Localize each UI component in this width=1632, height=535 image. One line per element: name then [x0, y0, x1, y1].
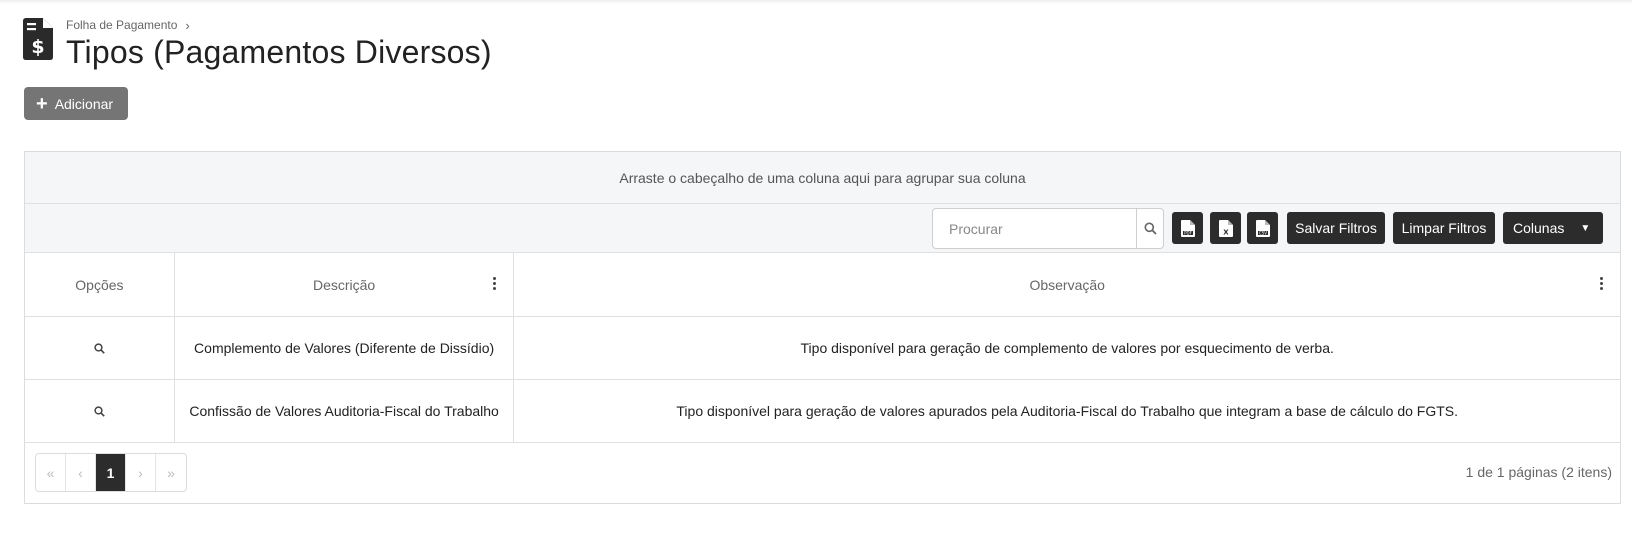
column-header-label: Observação — [1029, 276, 1105, 293]
row-options-cell — [25, 380, 175, 442]
row-observacao-cell: Tipo disponível para geração de valores … — [676, 403, 1458, 419]
first-page-button[interactable]: « — [36, 454, 66, 491]
csv-file-icon: CSV — [1255, 219, 1270, 237]
row-descricao-cell: Confissão de Valores Auditoria-Fiscal do… — [175, 380, 515, 442]
top-bar-shadow — [0, 0, 1632, 4]
pdf-file-icon: PDF — [1180, 219, 1195, 237]
grid-toolbar: PDF X CSV Salvar Filtros Limpar Filtros … — [25, 204, 1620, 253]
search-box — [932, 208, 1164, 249]
magnifier-icon[interactable] — [94, 342, 105, 354]
add-button-label: Adicionar — [54, 95, 114, 112]
clear-filters-button[interactable]: Limpar Filtros — [1393, 212, 1495, 244]
plus-icon: + — [36, 92, 48, 115]
row-options-cell — [25, 317, 175, 379]
column-header-label: Descrição — [312, 276, 376, 293]
caret-down-icon: ▼ — [1580, 222, 1591, 234]
column-header-descricao[interactable]: Descrição — [175, 253, 515, 316]
export-csv-button[interactable]: CSV — [1247, 212, 1278, 244]
column-header-opcoes[interactable]: Opções — [25, 253, 175, 316]
excel-file-icon: X — [1218, 219, 1233, 237]
group-panel[interactable]: Arraste o cabeçalho de uma coluna aqui p… — [25, 152, 1620, 204]
export-pdf-button[interactable]: PDF — [1172, 212, 1203, 244]
page-title: Tipos (Pagamentos Diversos) — [66, 34, 492, 70]
column-menu-icon[interactable] — [493, 277, 497, 290]
column-header-label: Opções — [75, 276, 124, 293]
invoice-dollar-icon: $ — [23, 18, 53, 60]
search-button[interactable] — [1137, 209, 1163, 248]
column-menu-icon[interactable] — [1600, 277, 1604, 290]
columns-button-label: Colunas — [1513, 220, 1565, 236]
search-input[interactable] — [933, 209, 1137, 248]
pager-row: « ‹ 1 › » 1 de 1 páginas (2 itens) — [25, 443, 1620, 503]
page-header: $ Folha de Pagamento › Tipos (Pagamentos… — [23, 16, 492, 70]
last-page-button[interactable]: » — [156, 454, 186, 491]
pager-info: 1 de 1 páginas (2 itens) — [1465, 464, 1612, 480]
svg-text:CSV: CSV — [1258, 230, 1266, 235]
table-header: Opções Descrição Observação — [25, 253, 1620, 317]
add-button[interactable]: + Adicionar — [24, 87, 128, 120]
columns-dropdown-button[interactable]: Colunas ▼ — [1503, 212, 1603, 244]
row-descricao-cell: Complemento de Valores (Diferente de Dis… — [175, 317, 515, 379]
breadcrumb-item-folha[interactable]: Folha de Pagamento — [66, 18, 177, 32]
table-row: Confissão de Valores Auditoria-Fiscal do… — [25, 380, 1620, 443]
data-grid: Arraste o cabeçalho de uma coluna aqui p… — [24, 151, 1621, 504]
page-button-current[interactable]: 1 — [96, 454, 126, 491]
column-header-observacao[interactable]: Observação — [514, 253, 1620, 316]
next-page-button[interactable]: › — [126, 454, 156, 491]
export-xls-button[interactable]: X — [1210, 212, 1241, 244]
svg-text:$: $ — [31, 36, 44, 58]
breadcrumb: Folha de Pagamento › — [66, 16, 492, 34]
chevron-right-icon: › — [185, 17, 190, 33]
row-observacao-cell: Tipo disponível para geração de compleme… — [800, 340, 1334, 356]
save-filters-button[interactable]: Salvar Filtros — [1287, 212, 1385, 244]
magnifier-icon[interactable] — [94, 405, 105, 417]
table-row: Complemento de Valores (Diferente de Dis… — [25, 317, 1620, 380]
search-icon — [1144, 222, 1157, 235]
svg-text:PDF: PDF — [1184, 230, 1192, 235]
pagination: « ‹ 1 › » — [35, 453, 187, 492]
prev-page-button[interactable]: ‹ — [66, 454, 96, 491]
svg-text:X: X — [1223, 228, 1229, 236]
